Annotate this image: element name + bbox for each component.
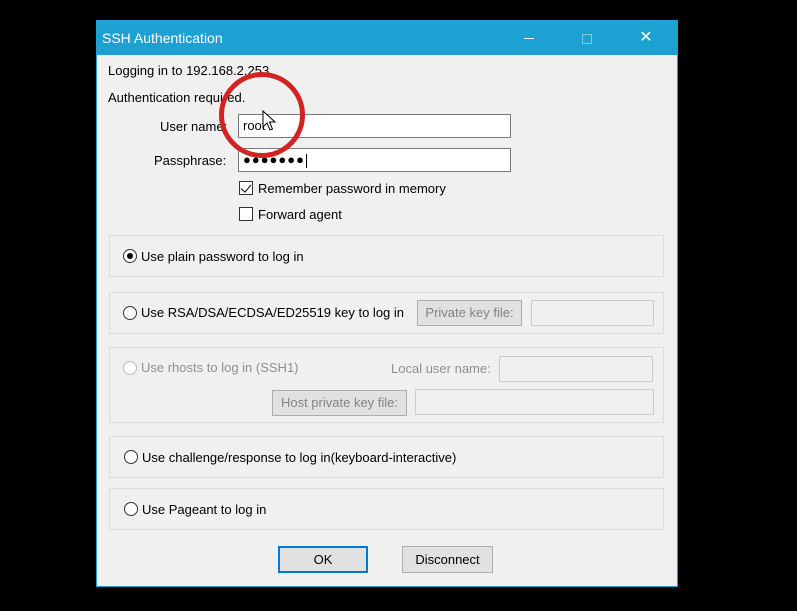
plain-password-label: Use plain password to log in — [141, 249, 304, 264]
private-key-file-input[interactable] — [531, 300, 654, 326]
minimize-button[interactable] — [506, 21, 552, 55]
maximize-button[interactable] — [564, 21, 610, 55]
rhosts-group: Use rhosts to log in (SSH1) Local user n… — [109, 347, 664, 423]
pageant-radio[interactable] — [124, 502, 138, 516]
pageant-group: Use Pageant to log in — [109, 488, 664, 530]
maximize-icon — [582, 33, 592, 44]
remember-password-checkbox[interactable] — [239, 181, 253, 195]
text-caret — [305, 153, 307, 168]
pageant-label: Use Pageant to log in — [142, 502, 267, 517]
challenge-response-group: Use challenge/response to log in(keyboar… — [109, 436, 664, 478]
remember-password-label: Remember password in memory — [258, 181, 446, 196]
passphrase-label: Passphrase: — [154, 153, 227, 168]
ok-button[interactable]: OK — [278, 546, 368, 573]
plain-password-radio[interactable] — [123, 249, 137, 263]
rsa-key-group: Use RSA/DSA/ECDSA/ED25519 key to log in … — [109, 292, 664, 334]
challenge-response-label: Use challenge/response to log in(keyboar… — [142, 450, 457, 465]
close-button[interactable]: ✕ — [623, 21, 669, 55]
close-icon: ✕ — [639, 29, 653, 46]
local-user-input[interactable] — [499, 356, 653, 382]
plain-password-group: Use plain password to log in — [109, 235, 664, 277]
rsa-key-radio[interactable] — [123, 306, 137, 320]
host-private-key-button[interactable]: Host private key file: — [272, 390, 407, 416]
forward-agent-label: Forward agent — [258, 207, 342, 222]
forward-agent-checkbox[interactable] — [239, 207, 253, 221]
disconnect-button[interactable]: Disconnect — [402, 546, 493, 573]
private-key-file-button[interactable]: Private key file: — [417, 300, 522, 326]
ssh-auth-dialog: SSH Authentication ✕ Logging in to 192.1… — [96, 20, 678, 587]
rhosts-radio[interactable] — [123, 361, 137, 375]
challenge-response-radio[interactable] — [124, 450, 138, 464]
username-label: User name: — [160, 119, 228, 134]
rhosts-label: Use rhosts to log in (SSH1) — [141, 360, 299, 375]
rsa-key-label: Use RSA/DSA/ECDSA/ED25519 key to log in — [141, 305, 405, 320]
window-title: SSH Authentication — [102, 30, 223, 46]
mouse-cursor-icon — [262, 110, 276, 131]
local-user-label: Local user name: — [391, 361, 491, 376]
host-private-key-input[interactable] — [415, 389, 654, 415]
title-bar[interactable]: SSH Authentication ✕ — [97, 21, 677, 55]
minimize-icon — [524, 38, 534, 40]
